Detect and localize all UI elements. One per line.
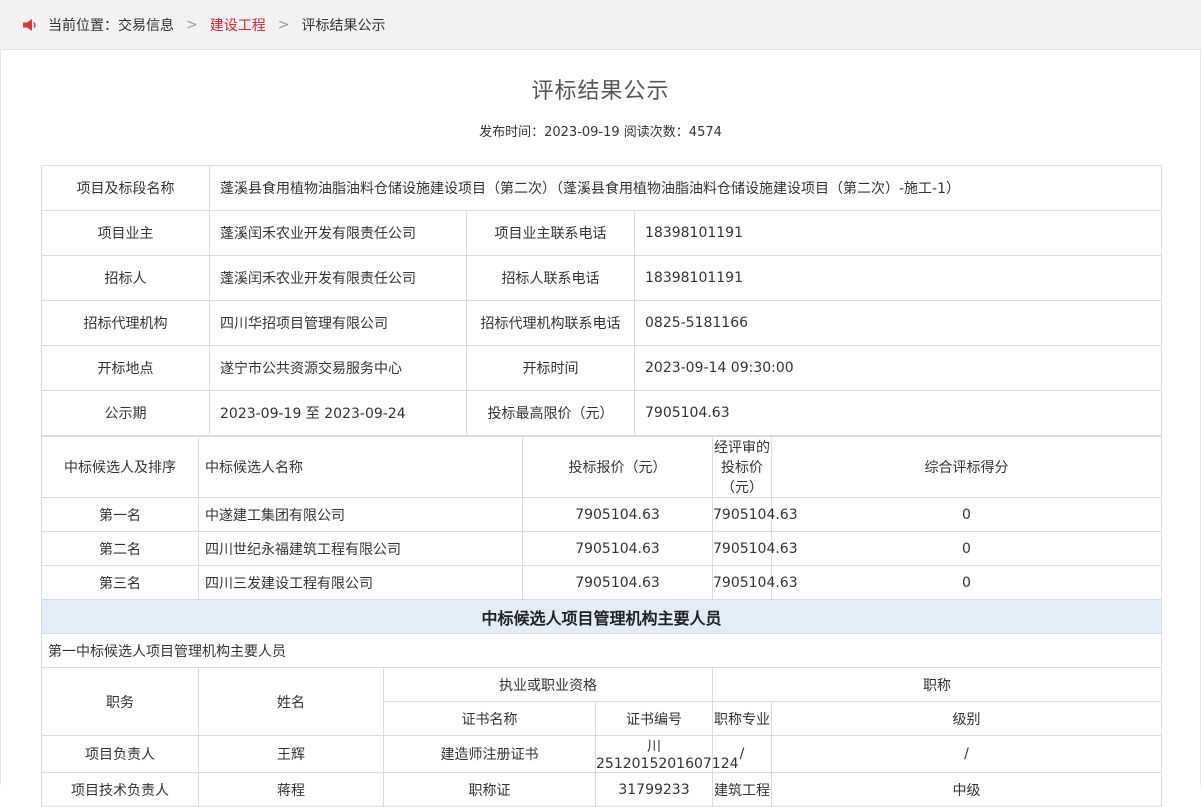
table-row: 公示期 2023-09-19 至 2023-09-24 投标最高限价（元） 79… bbox=[41, 390, 1163, 436]
staff-cert-no: 川2512015201607124 bbox=[595, 735, 739, 773]
tenderer-label: 招标人 bbox=[41, 255, 210, 301]
location-value: 遂宁市公共资源交易服务中心 bbox=[209, 345, 467, 391]
agency-value: 四川华招项目管理有限公司 bbox=[209, 300, 467, 346]
col-header-bid: 投标报价（元） bbox=[522, 436, 713, 498]
candidate-reviewed-bid: 7905104.63 bbox=[712, 497, 798, 532]
tenderer-phone-label: 招标人联系电话 bbox=[466, 255, 635, 301]
staff-role: 项目技术负责人 bbox=[41, 772, 199, 807]
col-header-score: 综合评标得分 bbox=[771, 436, 1162, 498]
staff-name: 王辉 bbox=[198, 735, 384, 773]
candidate-name: 四川世纪永福建筑工程有限公司 bbox=[198, 531, 523, 566]
col-header-rank: 中标候选人及排序 bbox=[41, 436, 199, 498]
col-header-person-name: 姓名 bbox=[198, 667, 384, 736]
page-title: 评标结果公示 bbox=[531, 79, 670, 104]
candidate-score: 0 bbox=[771, 497, 1162, 532]
tenderer-phone-value: 18398101191 bbox=[633, 255, 1163, 301]
owner-label: 项目业主 bbox=[41, 210, 210, 256]
staff-level: 中级 bbox=[771, 772, 1162, 807]
max-price-value: 7905104.63 bbox=[633, 390, 1163, 436]
open-time-label: 开标时间 bbox=[466, 345, 635, 391]
period-label: 公示期 bbox=[41, 390, 210, 436]
table-row: 开标地点 遂宁市公共资源交易服务中心 开标时间 2023-09-14 09:30… bbox=[41, 345, 1163, 391]
project-info-table: 项目及标段名称 蓬溪县食用植物油脂油料仓储设施建设项目（第二次）（蓬溪县食用植物… bbox=[41, 165, 1163, 436]
candidate-bid: 7905104.63 bbox=[522, 497, 713, 532]
candidates-table: 中标候选人及排序 中标候选人名称 投标报价（元） 经评审的投标价（元） 综合评标得分 第一… bbox=[41, 436, 1162, 807]
col-header-title-major: 职称专业 bbox=[712, 701, 772, 736]
candidate-reviewed-bid: 7905104.63 bbox=[712, 565, 798, 600]
article-meta: 发布时间：2023-09-19 阅读次数：4574 bbox=[479, 125, 722, 140]
breadcrumb-link-construction[interactable]: 建设工程 bbox=[210, 15, 266, 35]
open-time-value: 2023-09-14 09:30:00 bbox=[633, 345, 1163, 391]
subsection-row: 第一中标候选人项目管理机构主要人员 bbox=[41, 633, 1162, 668]
breadcrumb-prefix: 当前位置： bbox=[48, 17, 118, 34]
staff-role: 项目负责人 bbox=[41, 735, 199, 773]
staff-section-title: 中标候选人项目管理机构主要人员 bbox=[41, 599, 1162, 634]
candidate-rank: 第一名 bbox=[41, 497, 199, 532]
candidate-bid: 7905104.63 bbox=[522, 531, 713, 566]
owner-phone-label: 项目业主联系电话 bbox=[466, 210, 635, 256]
candidate-bid: 7905104.63 bbox=[522, 565, 713, 600]
col-header-reviewed-bid: 经评审的投标价（元） bbox=[712, 436, 772, 498]
table-row: 招标代理机构 四川华招项目管理有限公司 招标代理机构联系电话 0825-5181… bbox=[41, 300, 1163, 346]
candidate-name: 四川三发建设工程有限公司 bbox=[198, 565, 523, 600]
col-header-name: 中标候选人名称 bbox=[198, 436, 523, 498]
table-row: 第二名 四川世纪永福建筑工程有限公司 7905104.63 7905104.63 0 bbox=[41, 531, 1162, 566]
speaker-icon bbox=[23, 18, 36, 31]
staff-name: 蒋程 bbox=[198, 772, 384, 807]
staff-cert-name: 职称证 bbox=[383, 772, 596, 807]
col-header-title: 职称 bbox=[712, 667, 1162, 702]
table-row: 项目负责人 王辉 建造师注册证书 川2512015201607124// bbox=[41, 735, 1162, 773]
candidate-name: 中遂建工集团有限公司 bbox=[198, 497, 523, 532]
max-price-label: 投标最高限价（元） bbox=[466, 390, 635, 436]
agency-phone-value: 0825-5181166 bbox=[633, 300, 1163, 346]
staff-level: / bbox=[771, 735, 1162, 773]
staff-title-major: 建筑工程 bbox=[712, 772, 772, 807]
table-row: 项目业主 蓬溪闰禾农业开发有限责任公司 项目业主联系电话 18398101191 bbox=[41, 210, 1163, 256]
breadcrumb-current: 评标结果公示 bbox=[301, 17, 386, 34]
tenderer-value: 蓬溪闰禾农业开发有限责任公司 bbox=[209, 255, 467, 301]
col-header-level: 级别 bbox=[771, 701, 1162, 736]
chevron-right-icon: > bbox=[277, 16, 290, 33]
candidate-score: 0 bbox=[771, 565, 1162, 600]
breadcrumb: 当前位置： 交易信息 > 建设工程 > 评标结果公示 bbox=[0, 0, 1201, 50]
table-row: 项目技术负责人 蒋程 职称证 31799233 建筑工程 中级 bbox=[41, 772, 1162, 807]
staff-cert-no: 31799233 bbox=[595, 772, 713, 807]
col-header-qualification: 执业或职业资格 bbox=[383, 667, 713, 702]
candidate-rank: 第三名 bbox=[41, 565, 199, 600]
staff-header-row: 职务 姓名 执业或职业资格 职称 bbox=[41, 667, 1162, 736]
project-name-label: 项目及标段名称 bbox=[41, 165, 210, 211]
table-header-row: 中标候选人及排序 中标候选人名称 投标报价（元） 经评审的投标价（元） 综合评标得分 bbox=[41, 436, 1162, 498]
agency-label: 招标代理机构 bbox=[41, 300, 210, 346]
candidate-rank: 第二名 bbox=[41, 531, 199, 566]
breadcrumb-link-trade-info[interactable]: 交易信息 bbox=[118, 15, 174, 35]
staff-cert-name: 建造师注册证书 bbox=[383, 735, 596, 773]
period-value: 2023-09-19 至 2023-09-24 bbox=[209, 390, 467, 436]
candidate-score: 0 bbox=[771, 531, 1162, 566]
table-row: 项目及标段名称 蓬溪县食用植物油脂油料仓储设施建设项目（第二次）（蓬溪县食用植物… bbox=[41, 165, 1163, 211]
table-row: 第一名 中遂建工集团有限公司 7905104.63 7905104.63 0 bbox=[41, 497, 1162, 532]
owner-value: 蓬溪闰禾农业开发有限责任公司 bbox=[209, 210, 467, 256]
staff-subsection-title: 第一中标候选人项目管理机构主要人员 bbox=[41, 633, 1162, 668]
col-header-cert-name: 证书名称 bbox=[383, 701, 596, 736]
chevron-right-icon: > bbox=[186, 16, 198, 33]
candidate-reviewed-bid: 7905104.63 bbox=[712, 531, 798, 566]
col-header-cert-no: 证书编号 bbox=[595, 701, 713, 736]
col-header-role: 职务 bbox=[41, 667, 199, 736]
table-row: 招标人 蓬溪闰禾农业开发有限责任公司 招标人联系电话 18398101191 bbox=[41, 255, 1163, 301]
location-label: 开标地点 bbox=[41, 345, 210, 391]
section-header-row: 中标候选人项目管理机构主要人员 bbox=[41, 599, 1162, 634]
table-row: 第三名 四川三发建设工程有限公司 7905104.63 7905104.63 0 bbox=[41, 565, 1162, 600]
agency-phone-label: 招标代理机构联系电话 bbox=[466, 300, 635, 346]
owner-phone-value: 18398101191 bbox=[633, 210, 1163, 256]
project-name-value: 蓬溪县食用植物油脂油料仓储设施建设项目（第二次）（蓬溪县食用植物油脂油料仓储设施… bbox=[208, 165, 1163, 211]
